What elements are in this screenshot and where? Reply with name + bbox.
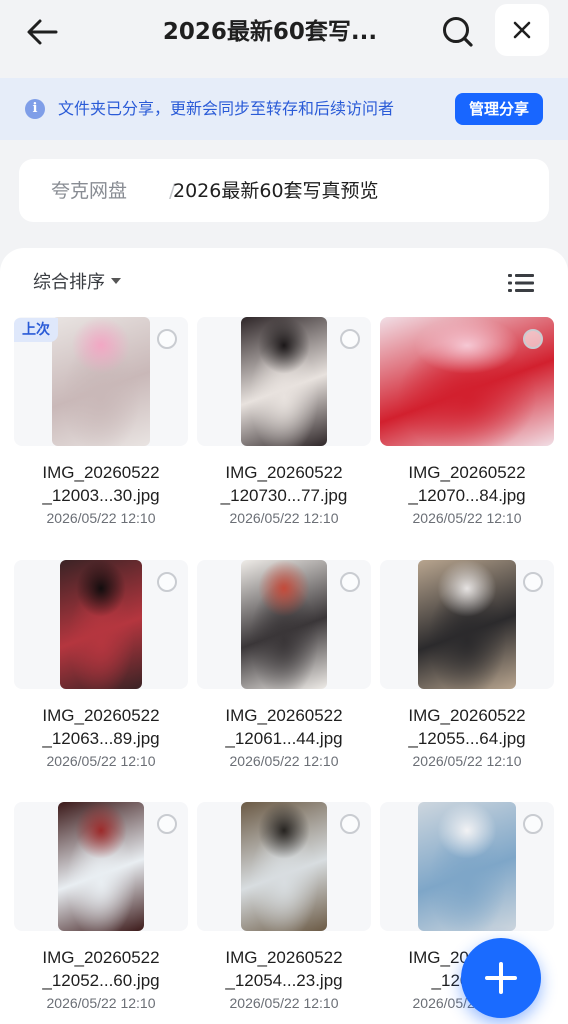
file-thumbnail [418, 560, 516, 689]
file-name-line1: IMG_20260522 [225, 463, 343, 482]
close-button[interactable] [495, 4, 549, 56]
file-name-line1: IMG_20260522 [42, 706, 160, 725]
file-tile[interactable] [197, 560, 371, 689]
info-icon: i [25, 99, 45, 119]
close-icon [513, 21, 531, 39]
file-name-line1: IMG_20260522 [42, 948, 160, 967]
breadcrumb-root[interactable]: 夸克网盘 [51, 177, 127, 205]
page-title: 2026最新60套写... [162, 19, 378, 45]
search-icon [443, 17, 473, 47]
breadcrumb-current: 2026最新60套写真预览 [173, 180, 379, 202]
file-name-line2: _12052...60.jpg [42, 971, 160, 990]
file-name-line2: _120730...77.jpg [220, 486, 348, 505]
file-tile[interactable] [380, 317, 554, 446]
sort-dropdown[interactable]: 综合排序 [33, 270, 121, 296]
top-bar: 2026最新60套写... [0, 0, 568, 78]
file-name-line2: _12070...84.jpg [408, 486, 526, 505]
view-toggle-button[interactable] [506, 268, 536, 298]
file-date: 2026/05/22 12:10 [229, 510, 339, 526]
file-name-line1: IMG_20260522 [225, 948, 343, 967]
file-name-line1: IMG_20260522 [408, 463, 526, 482]
file-name-line1: IMG_20260522 [408, 706, 526, 725]
file-thumbnail [418, 802, 516, 931]
select-checkbox[interactable] [157, 329, 177, 349]
select-checkbox[interactable] [340, 814, 360, 834]
file-date: 2026/05/22 12:10 [46, 753, 156, 769]
select-checkbox[interactable] [340, 329, 360, 349]
file-tile[interactable] [197, 802, 371, 931]
file-thumbnail [58, 802, 144, 931]
file-date: 2026/05/22 12:10 [412, 753, 522, 769]
add-button[interactable] [461, 938, 541, 1018]
file-name-line2: _12063...89.jpg [42, 729, 160, 748]
last-viewed-badge: 上次 [14, 318, 58, 342]
file-tile[interactable] [380, 802, 554, 931]
file-thumbnail [52, 317, 150, 446]
file-date: 2026/05/22 12:10 [412, 510, 522, 526]
file-name-line2: _12003...30.jpg [42, 486, 160, 505]
file-thumbnail [241, 802, 327, 931]
file-name-line2: _12055...64.jpg [408, 729, 526, 748]
file-name-line2: _12061...44.jpg [225, 729, 343, 748]
file-date: 2026/05/22 12:10 [229, 995, 339, 1011]
list-view-icon [508, 274, 534, 292]
file-tile[interactable] [380, 560, 554, 689]
file-thumbnail [241, 560, 327, 689]
file-tile[interactable] [14, 560, 188, 689]
select-checkbox[interactable] [523, 329, 543, 349]
sort-label: 综合排序 [33, 272, 105, 293]
select-checkbox[interactable] [523, 572, 543, 592]
manage-share-button[interactable]: 管理分享 [455, 93, 543, 125]
caret-down-icon [111, 278, 121, 284]
file-date: 2026/05/22 12:10 [46, 510, 156, 526]
file-tile[interactable] [197, 317, 371, 446]
arrow-left-icon [27, 19, 58, 45]
file-name-line1: IMG_20260522 [225, 706, 343, 725]
breadcrumb: 夸克网盘 / 2026最新60套写真预览 [19, 159, 549, 222]
file-thumbnail [241, 317, 327, 446]
file-tile[interactable] [14, 802, 188, 931]
file-thumbnail [60, 560, 142, 689]
select-checkbox[interactable] [340, 572, 360, 592]
back-button[interactable] [22, 12, 62, 52]
file-date: 2026/05/22 12:10 [46, 995, 156, 1011]
select-checkbox[interactable] [157, 814, 177, 834]
select-checkbox[interactable] [157, 572, 177, 592]
file-date: 2026/05/22 12:10 [229, 753, 339, 769]
share-notice-text: 文件夹已分享，更新会同步至转存和后续访问者 [58, 99, 395, 118]
file-name-line1: IMG_20260522 [42, 463, 160, 482]
plus-icon [485, 962, 517, 994]
select-checkbox[interactable] [523, 814, 543, 834]
file-name-line2: _12054...23.jpg [225, 971, 343, 990]
search-button[interactable] [438, 12, 478, 52]
